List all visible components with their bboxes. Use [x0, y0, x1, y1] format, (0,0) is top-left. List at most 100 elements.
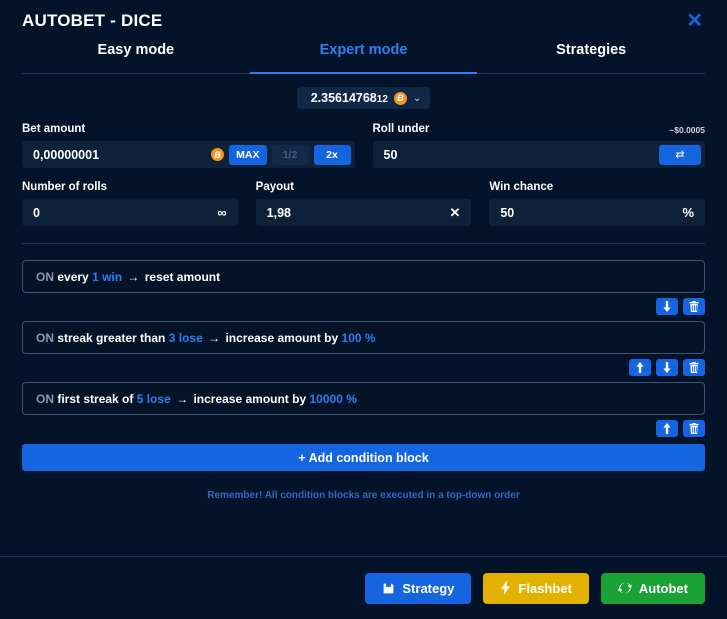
multiply-icon: ✕: [449, 204, 461, 220]
condition-text: ON first streak of 5 lose → increase amo…: [36, 392, 357, 406]
swap-arrows-icon[interactable]: ⇄: [659, 144, 701, 165]
roll-under-field: ~$0.0005 Roll under 50 ⇄: [372, 123, 705, 168]
delete-button[interactable]: [683, 298, 705, 315]
modal-header: AUTOBET - DICE ✕: [0, 0, 727, 42]
condition-segment: increase amount by: [225, 330, 339, 345]
bet-amount-field: Bet amount 0,00000001 Ƀ MAX 1/2 2x: [22, 123, 355, 168]
flashbet-button[interactable]: Flashbet: [483, 572, 589, 604]
fields-row-primary: Bet amount 0,00000001 Ƀ MAX 1/2 2x ~$0.0…: [22, 123, 705, 168]
condition-segment: 100 %: [341, 330, 376, 345]
delete-button[interactable]: [683, 420, 705, 437]
autobet-button[interactable]: Autobet: [600, 572, 705, 604]
bitcoin-icon: Ƀ: [393, 91, 407, 105]
number-of-rolls-input-wrap[interactable]: 0 ∞: [22, 199, 238, 226]
bet-amount-input[interactable]: 0,00000001: [33, 148, 206, 162]
condition-segment: streak greater than: [57, 330, 166, 345]
strategy-button[interactable]: Strategy: [365, 572, 472, 604]
condition-block[interactable]: ON first streak of 5 lose → increase amo…: [22, 382, 705, 415]
condition-prefix: ON: [36, 330, 54, 345]
page-title: AUTOBET - DICE: [22, 11, 163, 30]
roll-under-label: Roll under: [372, 123, 430, 135]
condition-segment: reset amount: [144, 269, 221, 284]
condition-segment: 5 lose: [136, 391, 171, 406]
condition-segment: →: [208, 330, 221, 345]
condition-block[interactable]: ON streak greater than 3 lose → increase…: [22, 321, 705, 354]
move-up-icon: [662, 423, 672, 434]
roll-under-input[interactable]: 50: [384, 148, 655, 162]
move-down-icon: [662, 301, 672, 312]
move-up-icon: [635, 362, 645, 373]
tab-easy-mode[interactable]: Easy mode: [22, 42, 250, 73]
half-button[interactable]: 1/2: [271, 144, 309, 165]
fields-row-secondary: Number of rolls 0 ∞ Payout 1,98 ✕ Win ch…: [22, 181, 706, 226]
trash-icon: [689, 301, 699, 312]
move-up-button[interactable]: [629, 359, 651, 376]
move-down-button[interactable]: [656, 359, 678, 376]
section-divider: [22, 243, 705, 244]
roll-under-input-wrap[interactable]: 50 ⇄: [372, 141, 705, 168]
condition-segment: 1 win: [92, 269, 123, 284]
double-button[interactable]: 2x: [313, 144, 351, 165]
trash-icon: [689, 423, 699, 434]
flashbet-button-label: Flashbet: [518, 580, 572, 596]
payout-field: Payout 1,98 ✕: [255, 181, 472, 226]
balance-amount: 2.3561476812: [311, 91, 388, 105]
win-chance-input[interactable]: 50: [500, 206, 677, 220]
win-chance-label: Win chance: [489, 181, 554, 193]
number-of-rolls-input[interactable]: 0: [33, 206, 212, 220]
tab-expert-mode[interactable]: Expert mode: [249, 42, 478, 74]
chevron-down-icon: ⌄: [412, 92, 422, 104]
autobet-button-label: Autobet: [638, 580, 688, 596]
condition-segment: 3 lose: [168, 330, 203, 345]
save-icon: [382, 582, 395, 595]
delete-button[interactable]: [683, 359, 705, 376]
bet-amount-label: Bet amount: [22, 123, 86, 135]
condition-segment: →: [127, 269, 140, 284]
condition-actions: [22, 298, 705, 315]
number-of-rolls-label: Number of rolls: [22, 181, 107, 193]
condition-text: ON every 1 win → reset amount: [36, 270, 220, 284]
balance-amount-main: 2.35614768: [310, 91, 377, 105]
modal-body: 2.3561476812 Ƀ ⌄ Bet amount 0,00000001 Ƀ…: [0, 74, 727, 534]
payout-input-wrap[interactable]: 1,98 ✕: [255, 199, 472, 226]
bitcoin-icon: Ƀ: [211, 148, 225, 161]
condition-prefix: ON: [36, 391, 54, 406]
condition-prefix: ON: [36, 269, 54, 284]
trash-icon: [689, 362, 699, 373]
max-button[interactable]: MAX: [229, 144, 267, 165]
refresh-icon: [617, 581, 632, 595]
balance-amount-fraction: 12: [376, 94, 388, 105]
condition-segment: increase amount by: [193, 391, 307, 406]
percent-icon: %: [682, 205, 695, 220]
condition-segment: 10000 %: [309, 391, 357, 406]
bet-amount-fiat-hint: ~$0.0005: [669, 125, 705, 135]
remember-note: Remember! All condition blocks are execu…: [207, 490, 520, 501]
condition-text: ON streak greater than 3 lose → increase…: [36, 331, 376, 345]
condition-segment: →: [176, 391, 189, 406]
autobet-dice-modal: AUTOBET - DICE ✕ Easy mode Expert mode S…: [0, 0, 727, 619]
balance-row: 2.3561476812 Ƀ ⌄: [22, 87, 705, 109]
win-chance-field: Win chance 50 %: [489, 181, 706, 226]
condition-block[interactable]: ON every 1 win → reset amount: [22, 260, 705, 293]
condition-segment: first streak of: [57, 391, 134, 406]
condition-actions: [22, 420, 705, 437]
win-chance-input-wrap[interactable]: 50 %: [489, 199, 706, 226]
lightning-icon: [500, 581, 511, 595]
strategy-button-label: Strategy: [402, 580, 455, 596]
move-down-icon: [662, 362, 672, 373]
add-condition-block-button[interactable]: + Add condition block: [22, 444, 705, 471]
condition-actions: [22, 359, 705, 376]
condition-blocks-list: ON every 1 win → reset amount ON streak g…: [22, 260, 705, 437]
infinity-icon: ∞: [217, 205, 227, 220]
move-down-button[interactable]: [656, 298, 678, 315]
move-up-button[interactable]: [656, 420, 678, 437]
mode-tabs: Easy mode Expert mode Strategies: [22, 42, 705, 74]
bet-amount-input-wrap[interactable]: 0,00000001 Ƀ MAX 1/2 2x: [22, 141, 355, 168]
number-of-rolls-field: Number of rolls 0 ∞: [22, 181, 238, 226]
payout-input[interactable]: 1,98: [267, 206, 445, 220]
modal-footer: Strategy Flashbet Autobet: [0, 557, 727, 619]
close-icon[interactable]: ✕: [682, 9, 707, 33]
payout-label: Payout: [255, 181, 295, 193]
balance-selector[interactable]: 2.3561476812 Ƀ ⌄: [296, 87, 431, 109]
tab-strategies[interactable]: Strategies: [477, 42, 705, 73]
